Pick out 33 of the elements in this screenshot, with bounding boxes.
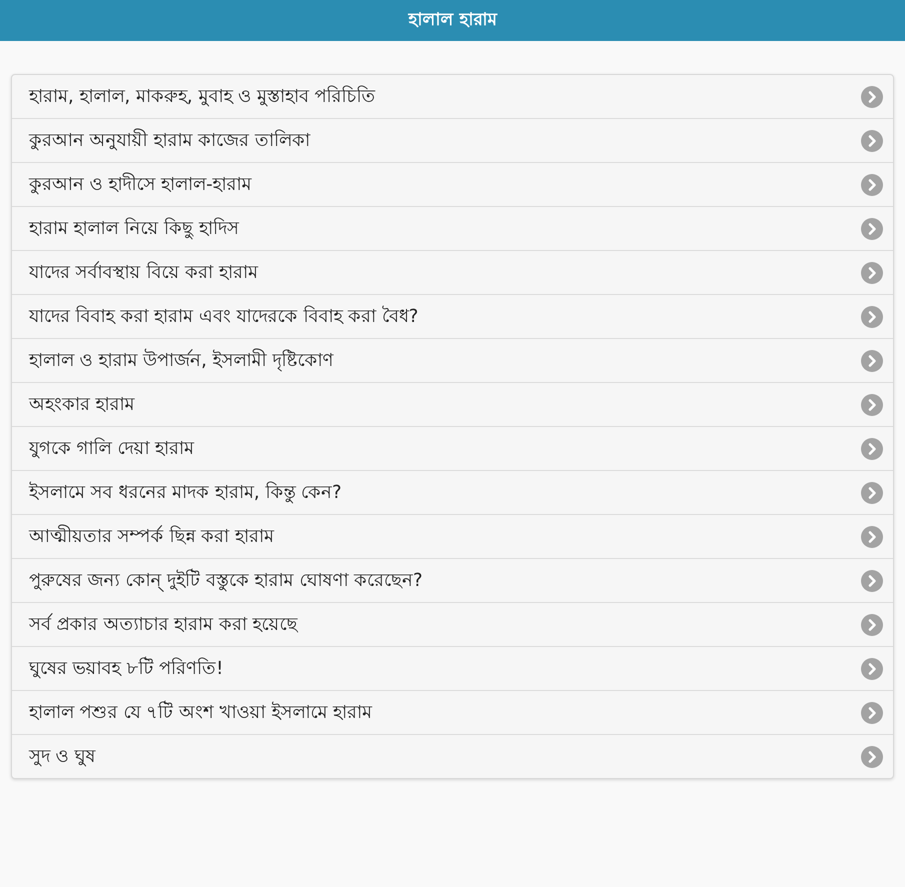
chevron-right-icon xyxy=(861,350,883,372)
list-item[interactable]: হালাল ও হারাম উপার্জন, ইসলামী দৃষ্টিকোণ xyxy=(12,339,893,382)
list-item[interactable]: পুরুষের জন্য কোন্ দুইটি বস্তুকে হারাম ঘোষণা করেছেন? xyxy=(12,559,893,602)
list-item[interactable]: ঘুষের ভয়াবহ ৮টি পরিণতি! xyxy=(12,647,893,690)
list-item[interactable]: ইসলামে সব ধরনের মাদক হারাম, কিন্তু কেন? xyxy=(12,471,893,514)
chevron-right-icon xyxy=(861,614,883,636)
list-item[interactable]: হালাল পশুর যে ৭টি অংশ খাওয়া ইসলামে হারাম xyxy=(12,691,893,734)
chevron-right-icon xyxy=(861,218,883,240)
chevron-right-icon xyxy=(861,306,883,328)
list-item[interactable]: যাদের সর্বাবস্থায় বিয়ে করা হারাম xyxy=(12,251,893,294)
chevron-right-icon xyxy=(861,570,883,592)
chevron-right-icon xyxy=(861,482,883,504)
chevron-right-icon xyxy=(861,438,883,460)
chevron-right-icon xyxy=(861,702,883,724)
chevron-right-icon xyxy=(861,658,883,680)
list-item[interactable]: যুগকে গালি দেয়া হারাম xyxy=(12,427,893,470)
list-item[interactable]: হারাম হালাল নিয়ে কিছু হাদিস xyxy=(12,207,893,250)
list-item[interactable]: যাদের বিবাহ করা হারাম এবং যাদেরকে বিবাহ করা বৈধ? xyxy=(12,295,893,338)
list-item[interactable]: কুরআন অনুযায়ী হারাম কাজের তালিকা xyxy=(12,119,893,162)
chevron-right-icon xyxy=(861,746,883,768)
list-item[interactable]: সর্ব প্রকার অত্যাচার হারাম করা হয়েছে xyxy=(12,603,893,646)
list-item[interactable]: আত্মীয়তার সম্পর্ক ছিন্ন করা হারাম xyxy=(12,515,893,558)
chevron-right-icon xyxy=(861,394,883,416)
list-item[interactable]: সুদ ও ঘুষ xyxy=(12,735,893,778)
list-item[interactable]: কুরআন ও হাদীসে হালাল-হারাম xyxy=(12,163,893,206)
chevron-right-icon xyxy=(861,262,883,284)
chevron-right-icon xyxy=(861,526,883,548)
list-item[interactable]: অহংকার হারাম xyxy=(12,383,893,426)
chevron-right-icon xyxy=(861,86,883,108)
page-title: হালাল হারাম xyxy=(408,12,496,29)
chevron-right-icon xyxy=(861,174,883,196)
list-item[interactable]: হারাম, হালাল, মাকরুহ, মুবাহ ও মুস্তাহাব পরিচিতি xyxy=(12,75,893,118)
chevron-right-icon xyxy=(861,130,883,152)
